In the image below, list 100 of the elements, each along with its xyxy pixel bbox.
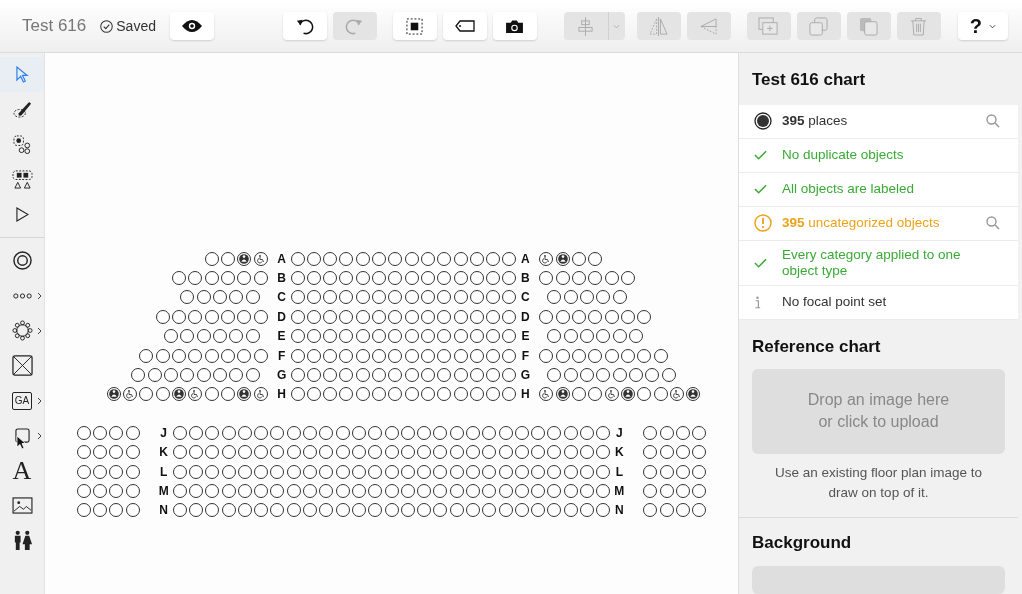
- seat: [531, 445, 546, 460]
- seat: [486, 290, 501, 305]
- seat: [229, 290, 244, 305]
- row-label: M: [157, 483, 170, 500]
- seat: [212, 329, 227, 344]
- row-label: D: [520, 308, 531, 326]
- seat: [404, 290, 419, 305]
- duplicate-icon: [809, 16, 829, 36]
- seat: [229, 329, 244, 344]
- row-icon: [12, 292, 32, 299]
- seat: [237, 445, 252, 460]
- seat: [339, 387, 354, 402]
- seat: [306, 368, 321, 383]
- seat: [596, 368, 611, 383]
- seat: [388, 309, 403, 324]
- wheelchair-seat: [669, 387, 684, 402]
- select-all-button[interactable]: [392, 12, 437, 40]
- seat: [514, 445, 529, 460]
- crossed-box-icon: [11, 355, 33, 376]
- text-tool-button[interactable]: A: [0, 453, 44, 488]
- wheelchair-seat: [123, 387, 138, 402]
- help-button[interactable]: ?: [957, 12, 1008, 40]
- row-label: L: [158, 463, 169, 481]
- seat: [319, 464, 334, 479]
- seat: [286, 503, 301, 518]
- search-icon[interactable]: [986, 114, 1000, 128]
- seat: [172, 271, 187, 286]
- seat: [220, 251, 235, 266]
- seat: [306, 251, 321, 266]
- seat: [502, 329, 517, 344]
- seat: [155, 387, 170, 402]
- seat: [229, 368, 244, 383]
- seat: [433, 503, 448, 518]
- ga-tool-button[interactable]: GA: [0, 383, 44, 418]
- seat: [125, 425, 140, 440]
- seat: [437, 271, 452, 286]
- preview-button[interactable]: [169, 12, 214, 40]
- row-label: C: [276, 289, 287, 307]
- seat: [372, 368, 387, 383]
- seat: [502, 368, 517, 383]
- label-button[interactable]: [442, 12, 487, 40]
- seat: [221, 425, 236, 440]
- companion-seat: [686, 387, 701, 402]
- row-label: G: [519, 367, 532, 385]
- dropzone-text: Drop an image here: [807, 390, 950, 411]
- seat: [303, 425, 317, 440]
- seat: [323, 271, 338, 286]
- row-label: E: [520, 328, 531, 346]
- check-circle-icon: [100, 19, 114, 33]
- check-icon: [754, 257, 767, 268]
- row-label: B: [276, 270, 287, 288]
- seat: [417, 484, 432, 498]
- seat: [355, 329, 370, 344]
- seat: [620, 271, 635, 286]
- seat: [76, 503, 91, 518]
- row-label: A: [520, 250, 531, 268]
- row-label: H: [276, 386, 287, 404]
- seat: [502, 290, 517, 305]
- seat: [469, 309, 484, 324]
- seat: [76, 425, 91, 440]
- camera-button[interactable]: [492, 12, 537, 40]
- validation-message: Every category applied to one object type: [782, 246, 962, 279]
- seat: [355, 271, 370, 286]
- seat: [400, 484, 415, 498]
- seat: [368, 484, 383, 498]
- seat: [620, 309, 635, 324]
- seat: [659, 464, 674, 479]
- seat: [368, 425, 383, 440]
- seat: [420, 329, 435, 344]
- seat: [220, 387, 235, 402]
- seat: [453, 290, 468, 305]
- undo-button[interactable]: [282, 12, 327, 40]
- seat: [675, 503, 690, 518]
- seat: [286, 425, 301, 440]
- seat: [547, 464, 562, 479]
- seat: [453, 348, 468, 363]
- tag-icon: [454, 20, 475, 32]
- seat: [514, 425, 529, 440]
- seat: [180, 329, 195, 344]
- seat: [204, 271, 219, 286]
- seat: [221, 445, 236, 460]
- chart-title: Test 616: [22, 15, 87, 38]
- seat: [237, 271, 252, 286]
- seat: [388, 387, 403, 402]
- seat: [469, 387, 484, 402]
- seat: [539, 309, 554, 324]
- seat: [335, 425, 350, 440]
- seat: [563, 425, 578, 440]
- seat: [572, 271, 586, 286]
- seat: [290, 348, 305, 363]
- seat: [643, 425, 658, 440]
- image-icon: [11, 497, 33, 514]
- seat: [659, 484, 674, 498]
- seat: [270, 425, 285, 440]
- seat: [139, 348, 154, 363]
- seat: [628, 329, 643, 344]
- search-icon[interactable]: [986, 216, 1000, 230]
- square-icon: [14, 428, 30, 443]
- seat: [205, 445, 220, 460]
- seat: [351, 425, 366, 440]
